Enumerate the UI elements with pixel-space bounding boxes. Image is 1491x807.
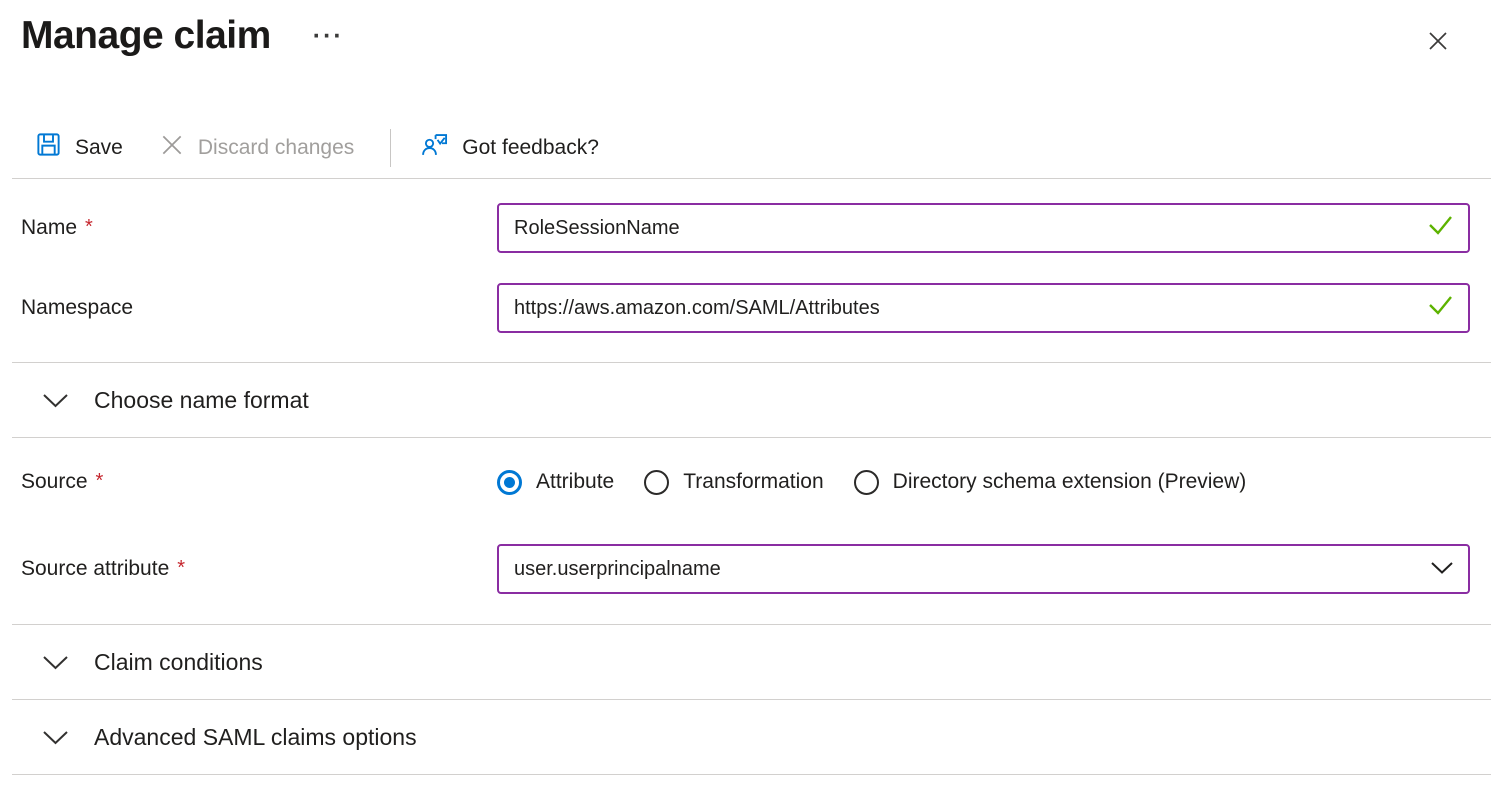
source-attribute-field-row: Source attribute * user.userprincipalnam… xyxy=(0,544,1491,594)
name-input[interactable]: RoleSessionName xyxy=(497,203,1470,253)
radio-transformation[interactable]: Transformation xyxy=(644,470,823,495)
pane-header: Manage claim ··· xyxy=(0,0,1491,56)
required-asterisk: * xyxy=(85,216,93,236)
name-label: Name * xyxy=(0,216,497,240)
chevron-down-icon xyxy=(42,655,69,670)
namespace-field-row: Namespace https://aws.amazon.com/SAML/At… xyxy=(0,283,1491,333)
section-divider xyxy=(12,774,1491,775)
radio-unselected-icon xyxy=(644,470,669,495)
page-title: Manage claim xyxy=(21,10,271,62)
source-attribute-dropdown[interactable]: user.userprincipalname xyxy=(497,544,1470,594)
save-icon xyxy=(35,131,62,164)
close-icon xyxy=(1423,44,1453,59)
source-attribute-label: Source attribute * xyxy=(0,557,497,581)
manage-claim-pane: Manage claim ··· Save xyxy=(0,0,1491,807)
source-field-row: Source * Attribute Transformation Direct… xyxy=(0,457,1491,507)
namespace-input[interactable]: https://aws.amazon.com/SAML/Attributes xyxy=(497,283,1470,333)
namespace-input-value: https://aws.amazon.com/SAML/Attributes xyxy=(514,297,880,320)
radio-attribute[interactable]: Attribute xyxy=(497,470,614,495)
got-feedback-label: Got feedback? xyxy=(462,136,599,160)
valid-check-icon xyxy=(1427,293,1454,323)
expander-advanced-saml-options[interactable]: Advanced SAML claims options xyxy=(0,700,1491,774)
expander-choose-name-format[interactable]: Choose name format xyxy=(0,363,1491,437)
radio-directory-schema-extension[interactable]: Directory schema extension (Preview) xyxy=(854,470,1247,495)
required-asterisk: * xyxy=(96,470,104,490)
save-label: Save xyxy=(75,136,123,160)
radio-selected-icon xyxy=(497,470,522,495)
discard-changes-button[interactable]: Discard changes xyxy=(159,132,354,164)
chevron-down-icon xyxy=(42,730,69,745)
name-field-row: Name * RoleSessionName xyxy=(0,203,1491,253)
expander-claim-conditions[interactable]: Claim conditions xyxy=(0,625,1491,699)
radio-attribute-label: Attribute xyxy=(536,470,614,494)
toolbar-separator xyxy=(390,129,391,167)
feedback-icon xyxy=(421,131,449,165)
toolbar-divider xyxy=(12,178,1491,179)
section-divider xyxy=(12,437,1491,438)
claim-conditions-label: Claim conditions xyxy=(94,649,263,676)
close-button[interactable] xyxy=(1421,24,1455,61)
choose-name-format-label: Choose name format xyxy=(94,387,309,414)
source-radio-group: Attribute Transformation Directory schem… xyxy=(497,470,1470,495)
radio-transformation-label: Transformation xyxy=(683,470,823,494)
source-attribute-value: user.userprincipalname xyxy=(514,558,721,581)
command-bar: Save Discard changes Got feedback? xyxy=(35,127,1491,168)
advanced-saml-options-label: Advanced SAML claims options xyxy=(94,724,417,751)
save-button[interactable]: Save xyxy=(35,131,123,164)
more-options-button[interactable]: ··· xyxy=(309,20,348,53)
chevron-down-icon xyxy=(1430,558,1454,581)
radio-directory-schema-extension-label: Directory schema extension (Preview) xyxy=(893,470,1247,494)
got-feedback-button[interactable]: Got feedback? xyxy=(421,131,599,165)
radio-unselected-icon xyxy=(854,470,879,495)
name-input-value: RoleSessionName xyxy=(514,217,680,240)
source-label: Source * xyxy=(0,470,497,494)
required-asterisk: * xyxy=(177,557,185,577)
valid-check-icon xyxy=(1427,213,1454,243)
chevron-down-icon xyxy=(42,393,69,408)
discard-x-icon xyxy=(159,132,185,164)
discard-changes-label: Discard changes xyxy=(198,136,354,160)
namespace-label: Namespace xyxy=(0,296,497,320)
